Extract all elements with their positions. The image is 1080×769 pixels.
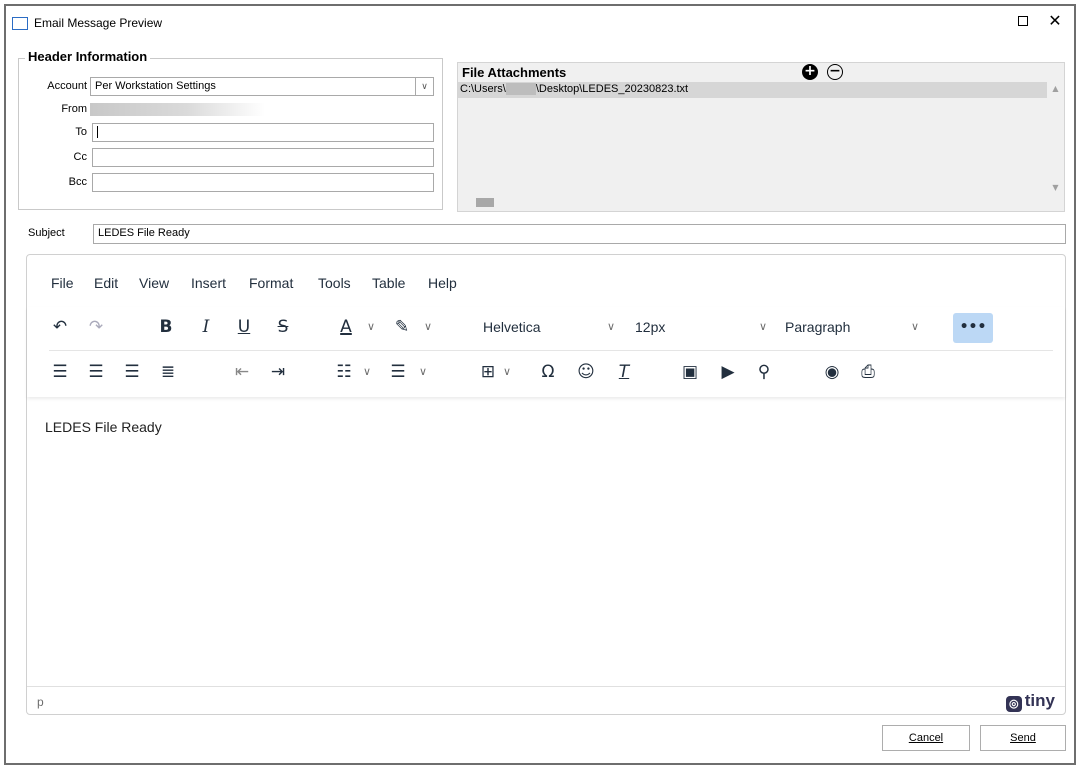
subject-label: Subject	[28, 227, 65, 239]
link-icon[interactable]: ⚲	[749, 357, 779, 387]
menu-format[interactable]: Format	[249, 275, 293, 291]
font-family-select[interactable]: Helvetica ∨	[473, 312, 619, 342]
bcc-label: Bcc	[68, 176, 87, 188]
window-icon	[12, 17, 28, 30]
more-tools-button[interactable]: •••	[953, 313, 993, 343]
maximize-icon	[1018, 16, 1028, 26]
indent-icon[interactable]: ⇥	[263, 357, 293, 387]
bcc-field[interactable]	[92, 173, 434, 192]
font-size-value: 12px	[635, 319, 666, 335]
font-size-select[interactable]: 12px ∨	[627, 312, 771, 342]
bold-icon[interactable]: B	[151, 312, 181, 342]
undo-icon[interactable]: ↶	[45, 312, 75, 342]
special-character-icon[interactable]: Ω	[533, 357, 563, 387]
align-right-icon[interactable]: ☰	[117, 357, 147, 387]
chevron-down-icon[interactable]: ∨	[500, 357, 514, 387]
from-value-redacted	[90, 103, 265, 116]
window-title: Email Message Preview	[34, 16, 163, 30]
attachment-list[interactable]: C:\Users\ \Desktop\LEDES_20230823.txt	[458, 82, 1048, 194]
editor-toolbar: ↶ ↷ B I U S A ∨ ✎ ∨ Helvetica ∨ 12px ∨ P…	[27, 307, 1065, 397]
toolbar-divider	[49, 350, 1053, 351]
image-icon[interactable]: ▣	[675, 357, 705, 387]
remove-attachment-icon[interactable]: −	[827, 64, 843, 80]
underline-icon[interactable]: U	[229, 312, 259, 342]
attachment-item[interactable]: C:\Users\ \Desktop\LEDES_20230823.txt	[458, 82, 1048, 98]
menu-tools[interactable]: Tools	[318, 275, 351, 291]
chevron-down-icon[interactable]: ∨	[415, 78, 433, 95]
italic-icon[interactable]: I	[191, 312, 221, 342]
preview-icon[interactable]: ◉	[817, 357, 847, 387]
bullet-list-icon[interactable]: ☰	[383, 357, 413, 387]
scrollbar-thumb[interactable]	[476, 198, 494, 207]
add-attachment-icon[interactable]: +	[802, 64, 818, 80]
text-color-icon[interactable]: A	[331, 312, 361, 342]
block-format-value: Paragraph	[785, 319, 851, 335]
to-field[interactable]	[92, 123, 434, 142]
cancel-button[interactable]: Cancel	[882, 725, 970, 751]
align-justify-icon[interactable]: ≣	[153, 357, 183, 387]
menu-table[interactable]: Table	[372, 275, 405, 291]
chevron-down-icon: ∨	[910, 321, 919, 333]
numbered-list-icon[interactable]: ☷	[329, 357, 359, 387]
font-family-value: Helvetica	[483, 319, 541, 335]
align-left-icon[interactable]: ☰	[45, 357, 75, 387]
tiny-brand[interactable]: ◎ tiny	[1005, 691, 1055, 712]
tiny-logo-icon: ◎	[1005, 696, 1022, 712]
menu-insert[interactable]: Insert	[191, 275, 226, 291]
align-center-icon[interactable]: ☰	[81, 357, 111, 387]
element-path[interactable]: p	[37, 695, 44, 709]
table-icon[interactable]: ⊞	[473, 357, 503, 387]
redo-icon[interactable]: ↷	[81, 312, 111, 342]
chevron-down-icon[interactable]: ∨	[421, 312, 435, 342]
file-attachments-title: File Attachments	[462, 65, 567, 80]
subject-field[interactable]: LEDES File Ready	[93, 224, 1066, 244]
chevron-down-icon[interactable]: ∨	[416, 357, 430, 387]
outdent-icon[interactable]: ⇤	[227, 357, 257, 387]
attachment-vertical-scrollbar[interactable]: ▲ ▼	[1047, 82, 1064, 194]
rich-text-editor: File Edit View Insert Format Tools Table…	[26, 254, 1066, 715]
cc-field[interactable]	[92, 148, 434, 167]
menu-file[interactable]: File	[51, 275, 74, 291]
file-attachments-panel: File Attachments + − C:\Users\ \Desktop\L…	[457, 62, 1065, 212]
from-label: From	[61, 103, 87, 115]
strikethrough-icon[interactable]: S	[268, 312, 298, 342]
account-value: Per Workstation Settings	[95, 80, 216, 92]
close-button[interactable]: ✕	[1040, 10, 1070, 32]
chevron-down-icon: ∨	[758, 321, 767, 333]
remove-format-icon[interactable]: T	[609, 357, 639, 387]
cc-label: Cc	[73, 151, 87, 163]
chevron-down-icon: ∨	[606, 321, 615, 333]
maximize-button[interactable]	[1008, 10, 1038, 32]
to-label: To	[75, 126, 87, 138]
title-bar: Email Message Preview ✕	[6, 6, 1074, 36]
menu-help[interactable]: Help	[428, 275, 457, 291]
email-preview-window: Email Message Preview ✕ Header Informati…	[4, 4, 1076, 765]
send-button[interactable]: Send	[980, 725, 1066, 751]
editor-menubar: File Edit View Insert Format Tools Table…	[27, 255, 1065, 313]
attachment-horizontal-scrollbar[interactable]	[458, 194, 1048, 211]
highlight-color-icon[interactable]: ✎	[387, 312, 417, 342]
emoticons-icon[interactable]: ☺	[571, 357, 601, 387]
editor-statusbar: p ◎ tiny	[27, 686, 1065, 714]
editor-body-text[interactable]: LEDES File Ready	[45, 419, 162, 435]
redacted-username	[505, 83, 536, 96]
scroll-down-icon[interactable]: ▼	[1047, 183, 1064, 192]
chevron-down-icon[interactable]: ∨	[360, 357, 374, 387]
scroll-up-icon[interactable]: ▲	[1047, 84, 1064, 93]
menu-edit[interactable]: Edit	[94, 275, 118, 291]
media-icon[interactable]: ▶	[713, 357, 743, 387]
header-information-legend: Header Information	[25, 49, 151, 64]
chevron-down-icon[interactable]: ∨	[364, 312, 378, 342]
account-select[interactable]: Per Workstation Settings ∨	[90, 77, 434, 96]
account-label: Account	[47, 80, 87, 92]
print-icon[interactable]: ⎙	[853, 357, 883, 387]
block-format-select[interactable]: Paragraph ∨	[779, 312, 923, 342]
menu-view[interactable]: View	[139, 275, 169, 291]
header-information-group: Header Information Account Per Workstati…	[18, 49, 443, 210]
